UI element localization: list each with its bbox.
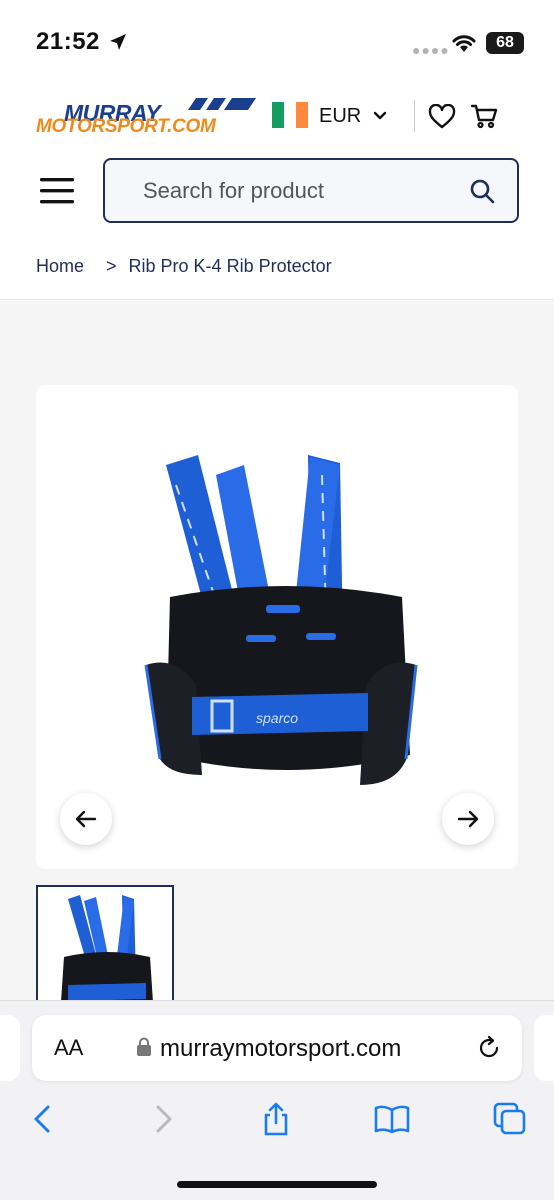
wifi-icon <box>452 35 476 52</box>
forward-icon[interactable] <box>144 1101 180 1137</box>
breadcrumb: Home > Rib Pro K-4 Rib Protector <box>36 256 332 277</box>
arrow-right-icon <box>457 810 479 828</box>
browser-toolbar <box>0 1097 554 1143</box>
sparco-brand-text: sparco <box>256 710 298 726</box>
status-time: 21:52 <box>36 28 100 55</box>
battery-indicator: 68 <box>486 32 524 54</box>
product-content: sparco <box>0 301 554 1001</box>
home-indicator[interactable] <box>177 1181 377 1188</box>
site-header: MURRAY MOTORSPORT.COM EUR Search for pro… <box>0 80 554 300</box>
address-bar[interactable]: AA murraymotorsport.com <box>32 1015 522 1081</box>
arrow-left-icon <box>75 810 97 828</box>
lock-icon <box>137 1037 151 1056</box>
signal-dots-icon: ●●●● <box>412 42 450 58</box>
wishlist-heart-icon[interactable] <box>428 104 456 130</box>
header-divider <box>414 100 415 132</box>
search-input[interactable] <box>143 178 443 204</box>
status-bar: 21:52 ●●●● 68 <box>0 0 554 80</box>
currency-selector[interactable]: EUR <box>319 105 361 128</box>
bookmarks-icon[interactable] <box>374 1101 410 1137</box>
search-box[interactable] <box>103 158 519 223</box>
next-image-button[interactable] <box>442 793 494 845</box>
back-icon[interactable] <box>26 1101 62 1137</box>
site-logo[interactable]: MURRAY MOTORSPORT.COM <box>36 98 256 138</box>
reader-aa-button[interactable]: AA <box>54 1035 83 1061</box>
product-thumbnail[interactable] <box>36 885 174 1001</box>
browser-bottom-bar: AA murraymotorsport.com <box>0 1000 554 1200</box>
ireland-flag-icon[interactable] <box>272 102 308 128</box>
rib-protector-image[interactable]: sparco <box>136 455 426 815</box>
breadcrumb-separator: > <box>106 256 117 276</box>
url-text[interactable]: murraymotorsport.com <box>160 1035 401 1063</box>
thumbnail-image <box>61 895 153 1001</box>
previous-tab-edge[interactable] <box>0 1015 20 1081</box>
hamburger-menu-icon[interactable] <box>40 178 74 204</box>
location-arrow-icon <box>110 34 126 50</box>
logo-line-2: MOTORSPORT.COM <box>36 116 216 137</box>
previous-image-button[interactable] <box>60 793 112 845</box>
product-image-gallery: sparco <box>36 385 518 869</box>
reload-icon[interactable] <box>476 1035 502 1061</box>
next-tab-edge[interactable] <box>534 1015 554 1081</box>
tabs-icon[interactable] <box>492 1101 528 1137</box>
cart-icon[interactable] <box>470 102 498 130</box>
chevron-down-icon[interactable] <box>372 108 388 124</box>
breadcrumb-home[interactable]: Home <box>36 256 84 277</box>
share-icon[interactable] <box>258 1101 294 1137</box>
breadcrumb-current[interactable]: Rib Pro K-4 Rib Protector <box>129 256 332 277</box>
search-icon[interactable] <box>469 178 495 204</box>
